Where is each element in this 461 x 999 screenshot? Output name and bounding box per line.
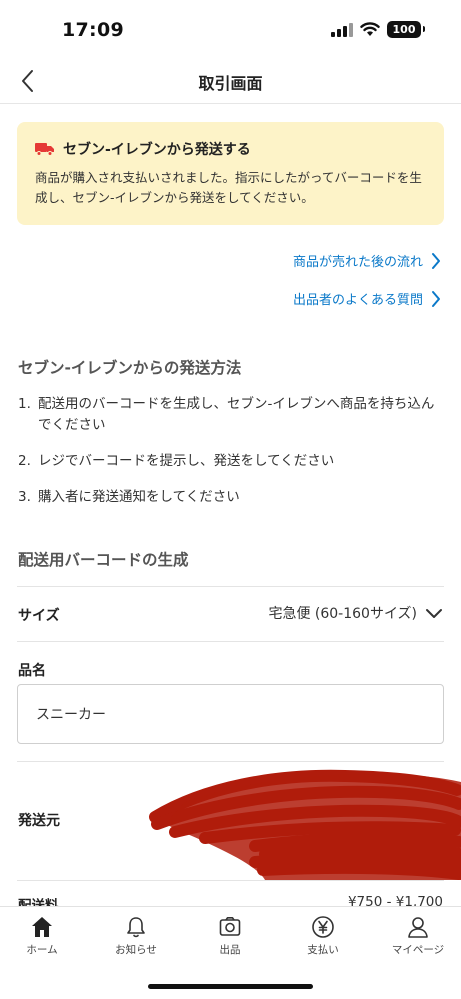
shipping-fee-row: 配送料 ¥750 - ¥1,700 bbox=[0, 890, 461, 906]
camera-icon bbox=[219, 917, 241, 936]
step-number: 2. bbox=[18, 453, 31, 469]
notice-header: セブン-イレブンから発送する bbox=[35, 139, 426, 159]
tab-payment[interactable]: 支払い bbox=[277, 915, 369, 957]
barcode-section-title: 配送用バーコードの生成 bbox=[18, 551, 189, 569]
tab-notifications[interactable]: お知らせ bbox=[90, 915, 182, 957]
tab-label: 出品 bbox=[219, 944, 241, 956]
tab-home[interactable]: ホーム bbox=[0, 915, 88, 957]
notice-title: セブン-イレブンから発送する bbox=[63, 142, 251, 158]
fee-value: ¥750 - ¥1,700 bbox=[347, 894, 443, 906]
tab-label: お知らせ bbox=[115, 944, 157, 956]
chevron-right-icon bbox=[432, 290, 440, 307]
cellular-signal-icon bbox=[331, 22, 353, 37]
redaction-scribble bbox=[149, 769, 461, 880]
tab-label: ホーム bbox=[26, 944, 58, 956]
divider bbox=[17, 641, 444, 642]
step-item: 1. 配送用のバーコードを生成し、セブン-イレブンへ商品を持ち込んでください bbox=[18, 394, 443, 436]
status-icons: 100 bbox=[331, 21, 425, 38]
step-number: 1. bbox=[18, 396, 31, 412]
item-name-input[interactable] bbox=[17, 684, 444, 744]
size-value: 宅急便 (60-160サイズ) bbox=[268, 606, 417, 622]
seller-faq-link[interactable]: 出品者のよくある質問 bbox=[293, 289, 441, 308]
tab-label: マイページ bbox=[391, 944, 445, 956]
step-text: レジでバーコードを提示し、発送をしてください bbox=[38, 453, 335, 469]
tab-sell[interactable]: 出品 bbox=[184, 915, 276, 957]
shipping-steps: 1. 配送用のバーコードを生成し、セブン-イレブンへ商品を持ち込んでください 2… bbox=[18, 394, 443, 523]
step-item: 2. レジでバーコードを提示し、発送をしてください bbox=[18, 451, 443, 472]
home-icon bbox=[32, 917, 52, 937]
yen-circle-icon bbox=[312, 916, 334, 938]
user-icon bbox=[408, 917, 428, 938]
shipping-method-title: セブン-イレブンからの発送方法 bbox=[18, 359, 242, 377]
size-select[interactable]: 宅急便 (60-160サイズ) bbox=[268, 603, 443, 623]
divider bbox=[17, 586, 444, 587]
item-name-label: 品名 bbox=[18, 663, 46, 679]
divider bbox=[17, 880, 444, 881]
wifi-icon bbox=[360, 22, 380, 36]
bell-icon bbox=[127, 917, 145, 938]
link-label: 出品者のよくある質問 bbox=[292, 293, 423, 308]
chevron-down-icon bbox=[426, 608, 442, 618]
size-label: サイズ bbox=[18, 608, 60, 624]
battery-icon: 100 bbox=[387, 21, 425, 38]
shipping-notice: セブン-イレブンから発送する 商品が購入され支払いされました。指示にしたがってバ… bbox=[17, 122, 444, 225]
home-indicator bbox=[148, 984, 313, 989]
fee-label: 配送料 bbox=[18, 898, 59, 906]
status-bar: 17:09 100 bbox=[0, 0, 461, 60]
step-text: 配送用のバーコードを生成し、セブン-イレブンへ商品を持ち込んでください bbox=[38, 396, 435, 433]
nav-bar: 取引画面 bbox=[0, 58, 461, 104]
origin-label: 発送元 bbox=[18, 813, 60, 829]
tab-label: 支払い bbox=[307, 944, 339, 956]
chevron-right-icon bbox=[432, 252, 440, 269]
link-label: 商品が売れた後の流れ bbox=[292, 255, 423, 270]
tab-mypage[interactable]: マイページ bbox=[372, 915, 461, 957]
step-item: 3. 購入者に発送通知をしてください bbox=[18, 487, 443, 508]
truck-icon bbox=[35, 143, 54, 156]
flow-after-sale-link[interactable]: 商品が売れた後の流れ bbox=[293, 251, 441, 270]
status-time: 17:09 bbox=[62, 19, 124, 41]
notice-body: 商品が購入され支払いされました。指示にしたがってバーコードを生成し、セブン-イレ… bbox=[35, 170, 422, 205]
step-text: 購入者に発送通知をしてください bbox=[38, 489, 240, 505]
step-number: 3. bbox=[18, 489, 31, 505]
page-title: 取引画面 bbox=[198, 74, 263, 93]
